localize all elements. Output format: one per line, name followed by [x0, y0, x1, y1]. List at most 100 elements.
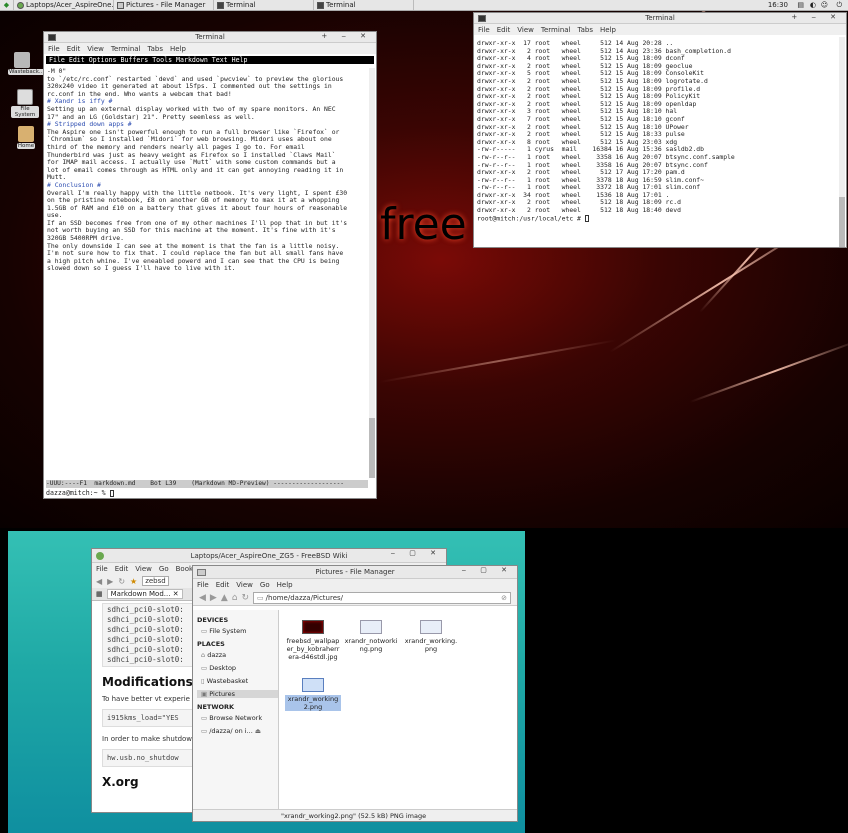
- image-thumbnail-icon: [420, 620, 442, 634]
- app-menu-icon[interactable]: ◆: [0, 0, 14, 10]
- sidebar-header-devices: DEVICES: [197, 616, 229, 624]
- menu-edit[interactable]: Edit: [115, 565, 129, 573]
- window-controls[interactable]: + ‒ ✕: [791, 13, 842, 21]
- home-icon[interactable]: ⌂: [232, 593, 238, 603]
- close-tab-icon[interactable]: ✕: [173, 590, 179, 598]
- file-item[interactable]: xrandr_working.png: [403, 620, 459, 653]
- location-clear-icon[interactable]: ⊘: [501, 594, 507, 602]
- taskbar-item-terminal1[interactable]: Terminal: [214, 0, 314, 10]
- sidebar-header-places: PLACES: [197, 640, 225, 648]
- file-item-selected[interactable]: xrandr_working2.png: [285, 678, 341, 711]
- desktop-icon-wastebasket[interactable]: Wasteback...: [8, 52, 46, 75]
- terminal2-titlebar[interactable]: Terminal + ‒ ✕: [474, 13, 846, 24]
- desktop-icon-filesystem[interactable]: File System: [11, 89, 39, 118]
- tab-menu-icon[interactable]: ▦: [96, 590, 103, 598]
- user-icon[interactable]: ☺: [821, 1, 828, 9]
- root-prompt[interactable]: root@mitch:/usr/local/etc #: [474, 214, 838, 223]
- menu-help[interactable]: Help: [170, 45, 186, 53]
- menu-terminal[interactable]: Terminal: [111, 45, 141, 53]
- sidebar-item-wastebasket[interactable]: ▯ Wastebasket: [201, 677, 278, 685]
- file-manager-window[interactable]: Pictures - File Manager ‒ ▢ ✕ File Edit V…: [192, 565, 518, 822]
- sidebar-item-filesystem[interactable]: ▭ File System: [201, 627, 278, 635]
- file-item[interactable]: xrandr_notworking.png: [343, 620, 399, 653]
- taskbar-item-terminal2[interactable]: Terminal: [314, 0, 414, 10]
- network-icon: ▭: [201, 714, 208, 722]
- terminal-icon: [48, 34, 56, 41]
- filemanager-titlebar[interactable]: Pictures - File Manager ‒ ▢ ✕: [193, 566, 517, 579]
- menu-terminal[interactable]: Terminal: [541, 26, 571, 34]
- taskbar-item-filemanager[interactable]: Pictures - File Manager: [114, 0, 214, 10]
- sidebar-item-dazza[interactable]: ⌂ dazza: [201, 651, 278, 659]
- emacs-line: 1.5GB of RAM and £10 on a battery that g…: [47, 203, 348, 212]
- menu-file[interactable]: File: [96, 565, 108, 573]
- terminal-window-emacs[interactable]: Terminal + ‒ ✕ File Edit View Terminal Ta…: [43, 31, 377, 499]
- file-item[interactable]: freebsd_wallpaper_by_kobraherrera-d46std…: [285, 620, 341, 661]
- wallpaper-logo-text: free: [380, 199, 467, 250]
- terminal1-scrollbar[interactable]: [369, 68, 375, 478]
- terminal-icon: [317, 1, 324, 9]
- window-controls[interactable]: ‒ ▢ ✕: [391, 549, 442, 557]
- menu-view[interactable]: View: [517, 26, 534, 34]
- drive-icon: [17, 89, 33, 105]
- menu-view[interactable]: View: [135, 565, 152, 573]
- file-grid: freebsd_wallpaper_by_kobraherrera-d46std…: [281, 614, 515, 807]
- taskbar-item-browser[interactable]: Laptops/Acer_AspireOne...: [14, 0, 114, 10]
- menu-help[interactable]: Help: [600, 26, 616, 34]
- power-icon[interactable]: ⏻: [836, 1, 842, 10]
- terminal-window-ls[interactable]: Terminal + ‒ ✕ File Edit View Terminal Ta…: [473, 12, 847, 248]
- menu-help[interactable]: Help: [277, 581, 293, 589]
- forward-icon[interactable]: ▶: [107, 577, 113, 586]
- menu-view[interactable]: View: [87, 45, 104, 53]
- trash-icon: [14, 52, 30, 68]
- location-bar[interactable]: ▭/home/dazza/Pictures/⊘: [253, 591, 511, 604]
- menu-go[interactable]: Go: [260, 581, 270, 589]
- leaf-icon: [17, 1, 24, 9]
- forward-icon[interactable]: ▶: [210, 593, 217, 603]
- terminal2-scrollbar[interactable]: [839, 37, 845, 247]
- menu-file[interactable]: File: [48, 45, 60, 53]
- sidebar-item-pictures[interactable]: ▣ Pictures: [197, 690, 278, 698]
- desktop-icon-home[interactable]: Home: [12, 126, 40, 149]
- network-icon[interactable]: ▤: [797, 1, 804, 9]
- menu-tabs[interactable]: Tabs: [148, 45, 164, 53]
- menu-view[interactable]: View: [236, 581, 253, 589]
- terminal1-titlebar[interactable]: Terminal + ‒ ✕: [44, 32, 376, 43]
- menu-file[interactable]: File: [478, 26, 490, 34]
- emacs-menubar[interactable]: File Edit Options Buffers Tools Markdown…: [46, 56, 374, 64]
- browser-titlebar[interactable]: Laptops/Acer_AspireOne_ZG5 - FreeBSD Wik…: [92, 549, 446, 563]
- ls-output[interactable]: drwxr-xr-x 17 root wheel 512 14 Aug 20:2…: [474, 39, 838, 247]
- sidebar-item-remote-share[interactable]: ▭ /dazza/ on i... ⏏: [201, 727, 278, 735]
- home-icon: ⌂: [201, 651, 206, 659]
- reload-icon[interactable]: ↻: [241, 593, 249, 603]
- menu-file[interactable]: File: [197, 581, 209, 589]
- back-icon[interactable]: ◀: [199, 593, 206, 603]
- volume-icon[interactable]: ◐: [810, 1, 816, 9]
- window-controls[interactable]: + ‒ ✕: [321, 32, 372, 40]
- emacs-buffer[interactable]: -M 0" to `/etc/rc.conf` restarted `devd` …: [44, 68, 368, 478]
- emacs-modeline: -UUU:----F1 markdown.md Bot L39 (Markdow…: [46, 480, 368, 488]
- bookmark-icon[interactable]: ★: [130, 577, 137, 586]
- window-controls[interactable]: ‒ ▢ ✕: [462, 566, 513, 574]
- menu-go[interactable]: Go: [159, 565, 169, 573]
- pictures-icon: ▣: [201, 690, 208, 698]
- sidebar-item-browse-network[interactable]: ▭ Browse Network: [201, 714, 278, 722]
- tab-markdown[interactable]: Markdown Mod... ✕: [106, 589, 183, 599]
- menu-edit[interactable]: Edit: [497, 26, 511, 34]
- sidebar-item-desktop[interactable]: ▭ Desktop: [201, 664, 278, 672]
- back-icon[interactable]: ◀: [96, 577, 102, 586]
- folder-icon: [197, 569, 206, 576]
- folder-icon: ▭: [257, 593, 264, 602]
- up-icon[interactable]: ▲: [221, 593, 228, 603]
- image-thumbnail-icon: [302, 678, 324, 692]
- menu-tabs[interactable]: Tabs: [578, 26, 594, 34]
- eject-icon[interactable]: ⏏: [255, 727, 261, 735]
- desktop-icon: ▭: [201, 664, 208, 672]
- shell-prompt[interactable]: dazza@mitch:~ %: [46, 489, 114, 497]
- reload-icon[interactable]: ↻: [118, 577, 125, 586]
- emacs-line: lot of email comes through as HTML only …: [47, 165, 344, 174]
- menu-edit[interactable]: Edit: [67, 45, 81, 53]
- menu-edit[interactable]: Edit: [216, 581, 230, 589]
- terminal2-menubar: File Edit View Terminal Tabs Help: [474, 24, 846, 35]
- address-bar[interactable]: zebsd: [142, 576, 169, 586]
- terminal-icon: [478, 15, 486, 22]
